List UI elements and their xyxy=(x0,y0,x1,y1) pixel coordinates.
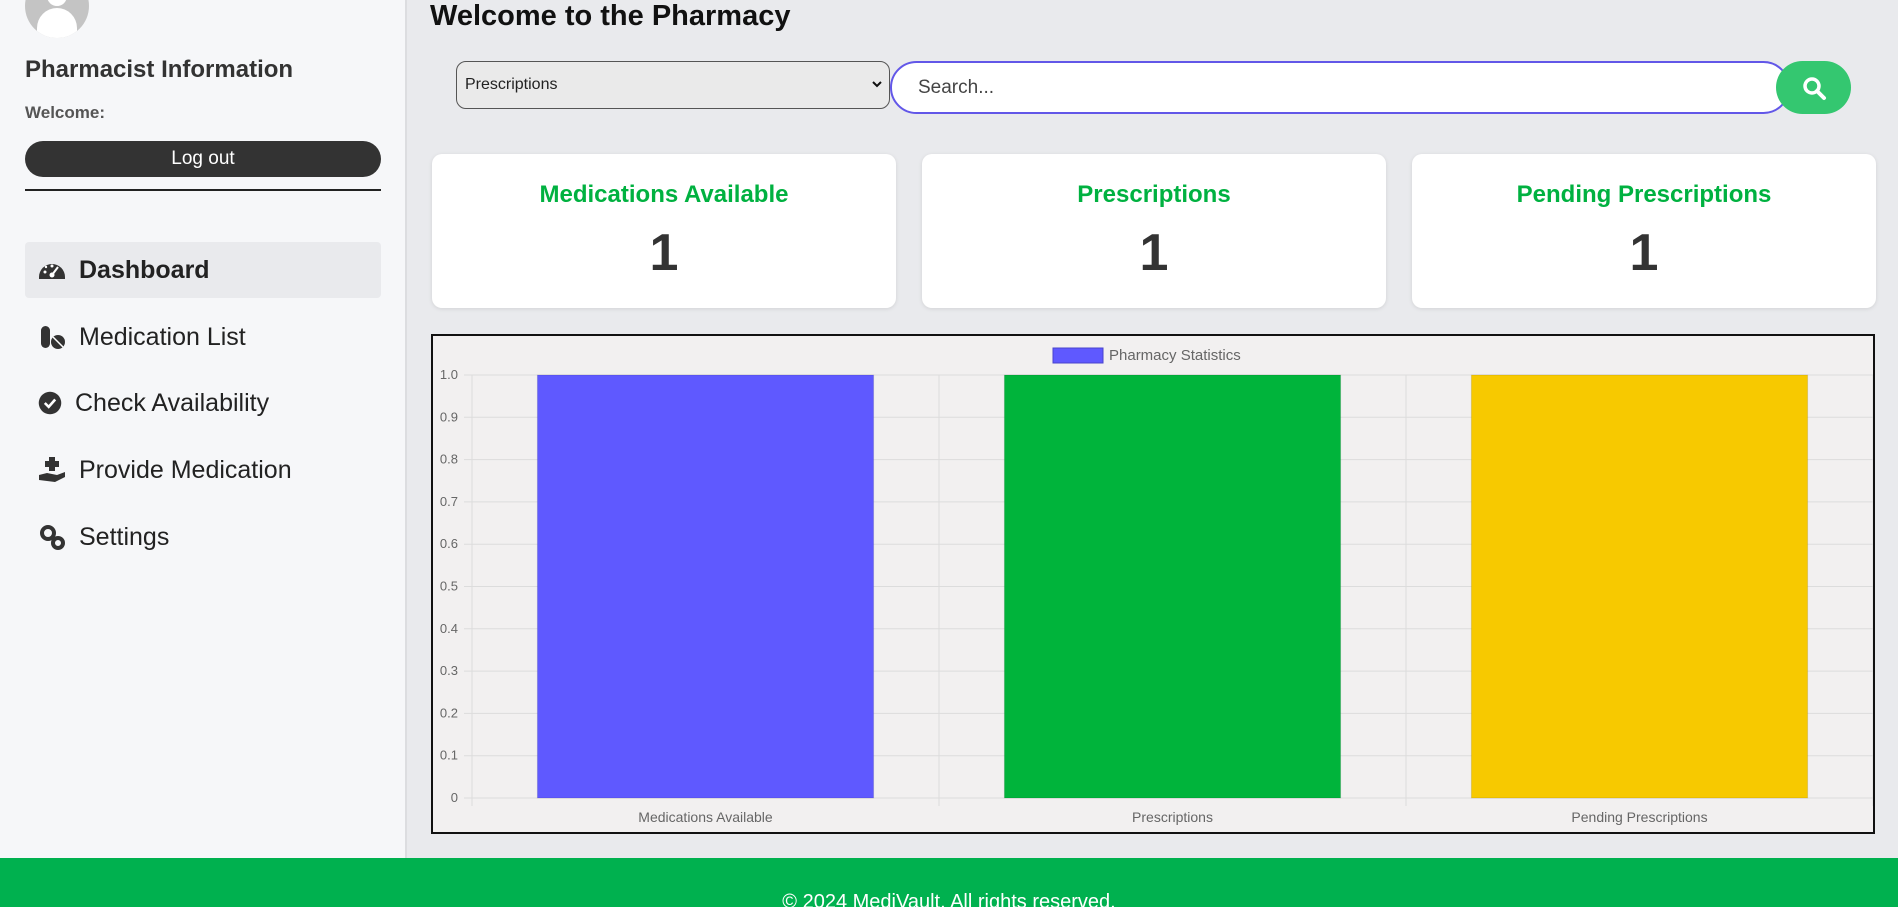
check-circle-icon xyxy=(38,391,62,415)
legend-swatch xyxy=(1052,347,1104,364)
gears-icon xyxy=(40,525,65,550)
pills-icon xyxy=(41,326,65,349)
hand-holding-medical-icon xyxy=(39,457,65,482)
select-value: Prescriptions xyxy=(465,76,558,93)
sidebar-item-label: Dashboard xyxy=(79,255,210,284)
stat-card-pending: Pending Prescriptions 1 xyxy=(1412,154,1876,308)
stat-card-prescriptions: Prescriptions 1 xyxy=(922,154,1386,308)
sidebar-item-settings[interactable]: Settings xyxy=(25,509,381,565)
avatar xyxy=(25,0,89,38)
bar xyxy=(1003,374,1342,799)
sidebar-item-medication-list[interactable]: Medication List xyxy=(25,309,381,365)
y-tick-label: 0.8 xyxy=(440,452,458,467)
logout-button[interactable]: Log out xyxy=(25,141,381,177)
stat-card-medications: Medications Available 1 xyxy=(432,154,896,308)
sidebar-divider xyxy=(25,189,381,191)
sidebar-item-label: Settings xyxy=(79,522,170,551)
y-tick-label: 1.0 xyxy=(440,367,458,382)
sidebar-item-provide-medication[interactable]: Provide Medication xyxy=(25,442,381,498)
bar xyxy=(536,374,875,799)
chart-svg: 0 0.1 0.2 0.3 0.4 0.5 0.6 0.7 0.8 0.9 1.0 Medicatio… xyxy=(440,347,1873,825)
card-value: 1 xyxy=(1629,224,1659,282)
y-tick-label: 0.7 xyxy=(440,494,458,509)
gauge-icon xyxy=(39,264,65,279)
y-tick-label: 0.3 xyxy=(440,663,458,678)
search-placeholder: Search... xyxy=(918,76,995,98)
y-tick-label: 0 xyxy=(451,790,458,805)
card-value: 1 xyxy=(1139,224,1169,282)
y-tick-label: 0.9 xyxy=(440,409,458,424)
y-tick-label: 0.6 xyxy=(440,536,458,551)
sidebar-item-dashboard[interactable]: Dashboard xyxy=(25,242,381,298)
y-tick-label: 0.5 xyxy=(440,579,458,594)
category-select[interactable]: Prescriptions xyxy=(456,61,890,109)
welcome-text: Welcome: xyxy=(25,103,105,122)
search-input[interactable]: Search... xyxy=(890,61,1790,114)
page-title: Welcome to the Pharmacy xyxy=(430,0,791,32)
sidebar: Pharmacist Information Welcome: Log out … xyxy=(0,0,407,858)
x-tick-label: Pending Prescriptions xyxy=(1571,809,1707,825)
y-tick-label: 0.1 xyxy=(440,748,458,763)
x-tick-label: Medications Available xyxy=(638,809,773,825)
pharmacy-chart: 0 0.1 0.2 0.3 0.4 0.5 0.6 0.7 0.8 0.9 1.0 Medicatio… xyxy=(431,334,1875,834)
card-title: Prescriptions xyxy=(1077,181,1231,208)
bar xyxy=(1470,374,1809,799)
sidebar-item-label: Medication List xyxy=(79,322,246,351)
y-tick-label: 0.4 xyxy=(440,621,458,636)
legend-label: Pharmacy Statistics xyxy=(1109,347,1241,364)
sidebar-item-label: Check Availability xyxy=(75,388,270,417)
footer-text: © 2024 MediVault. All rights reserved. xyxy=(782,891,1116,907)
x-tick-label: Prescriptions xyxy=(1132,809,1213,825)
footer: © 2024 MediVault. All rights reserved. xyxy=(0,858,1898,907)
search-button[interactable] xyxy=(1776,61,1851,114)
pharmacist-info-title: Pharmacist Information xyxy=(25,56,294,83)
sidebar-item-label: Provide Medication xyxy=(79,455,292,484)
card-title: Medications Available xyxy=(539,181,789,208)
card-value: 1 xyxy=(649,224,679,282)
search-icon xyxy=(1802,76,1826,100)
chevron-down-icon xyxy=(872,81,882,88)
card-title: Pending Prescriptions xyxy=(1516,181,1772,208)
sidebar-item-check-availability[interactable]: Check Availability xyxy=(25,375,381,431)
y-tick-label: 0.2 xyxy=(440,705,458,720)
